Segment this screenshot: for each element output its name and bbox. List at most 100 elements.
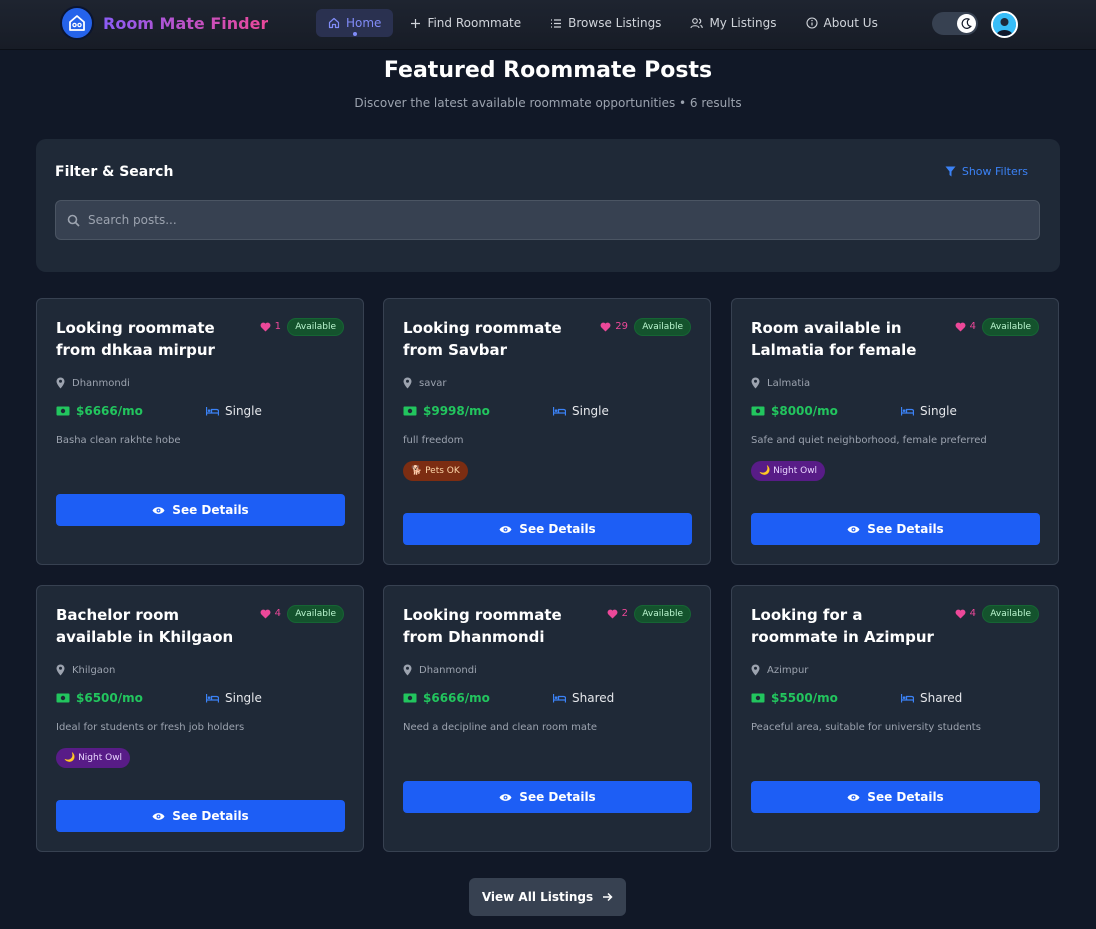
listing-rent: $6500/mo	[56, 691, 143, 705]
rent-text: $6666/mo	[423, 691, 490, 705]
money-icon	[751, 406, 765, 416]
users-icon	[690, 18, 704, 29]
bed-icon	[901, 407, 914, 416]
room-type-text: Shared	[572, 691, 615, 705]
listing-room-type: Single	[901, 404, 957, 418]
listing-card: Room available in Lalmatia for female 4 Av…	[731, 298, 1059, 565]
heart-icon	[260, 322, 271, 331]
listing-title[interactable]: Looking for a roommate in Azimpur	[751, 604, 951, 648]
listing-rent: $6666/mo	[403, 691, 490, 705]
see-details-button[interactable]: See Details	[751, 781, 1040, 813]
search-input[interactable]	[88, 201, 1028, 239]
filter-icon	[945, 166, 956, 177]
like-button[interactable]: 29	[600, 321, 628, 332]
listing-card: Looking roommate from dhkaa mirpur 1 Avail…	[36, 298, 364, 565]
listing-title[interactable]: Looking roommate from Dhanmondi	[403, 604, 603, 648]
rent-text: $8000/mo	[771, 404, 838, 418]
listing-location: savar	[403, 377, 447, 389]
listing-description: Basha clean rakhte hobe	[56, 435, 181, 446]
rent-text: $5500/mo	[771, 691, 838, 705]
room-type-text: Single	[920, 404, 957, 418]
like-button[interactable]: 4	[955, 608, 976, 619]
eye-icon	[152, 506, 165, 514]
see-details-label: See Details	[172, 809, 249, 823]
page-title: Featured Roommate Posts	[383, 58, 713, 83]
filter-title: Filter & Search	[55, 164, 174, 180]
eye-icon	[499, 525, 512, 533]
theme-toggle[interactable]	[932, 12, 978, 35]
listing-card: Bachelor room available in Khilgaon 4 Avai…	[36, 585, 364, 852]
see-details-label: See Details	[172, 503, 249, 517]
listing-rent: $8000/mo	[751, 404, 838, 418]
like-button[interactable]: 1	[260, 321, 281, 332]
like-count: 2	[621, 608, 628, 619]
like-button[interactable]: 4	[955, 321, 976, 332]
view-all-listings-button[interactable]: View All Listings	[469, 878, 626, 916]
location-text: Azimpur	[767, 664, 809, 676]
rent-text: $6500/mo	[76, 691, 143, 705]
brand-logo[interactable]: Room Mate Finder	[60, 6, 268, 40]
like-button[interactable]: 4	[260, 608, 281, 619]
see-details-label: See Details	[519, 790, 596, 804]
location-text: savar	[419, 377, 447, 389]
like-count: 4	[969, 321, 976, 332]
listing-title[interactable]: Looking roommate from dhkaa mirpur	[56, 317, 256, 361]
listing-rent: $6666/mo	[56, 404, 143, 418]
house-logo-icon	[60, 6, 94, 40]
list-icon	[551, 18, 562, 28]
map-pin-icon	[403, 664, 412, 676]
map-pin-icon	[403, 377, 412, 389]
nav-link-home[interactable]: Home	[316, 9, 394, 37]
see-details-label: See Details	[867, 522, 944, 536]
listing-room-type: Single	[553, 404, 609, 418]
see-details-button[interactable]: See Details	[56, 800, 345, 832]
page-subtitle: Discover the latest available roommate o…	[354, 96, 742, 110]
bed-icon	[553, 694, 566, 703]
heart-icon	[607, 609, 618, 618]
show-filters-button[interactable]: Show Filters	[945, 165, 1028, 178]
like-count: 1	[274, 321, 281, 332]
bed-icon	[901, 694, 914, 703]
status-badge: Available	[982, 318, 1039, 336]
money-icon	[403, 693, 417, 703]
see-details-button[interactable]: See Details	[56, 494, 345, 526]
listing-title[interactable]: Looking roommate from Savbar	[403, 317, 603, 361]
see-details-button[interactable]: See Details	[403, 781, 692, 813]
heart-icon	[260, 609, 271, 618]
listing-card: Looking roommate from Savbar 29 Available s…	[383, 298, 711, 565]
rent-text: $6666/mo	[76, 404, 143, 418]
listing-description: Safe and quiet neighborhood, female pref…	[751, 435, 987, 446]
listing-room-type: Single	[206, 691, 262, 705]
user-avatar[interactable]	[991, 11, 1018, 38]
like-count: 4	[274, 608, 281, 619]
location-text: Dhanmondi	[419, 664, 477, 676]
status-badge: Available	[634, 605, 691, 623]
listing-title[interactable]: Bachelor room available in Khilgaon	[56, 604, 256, 648]
listing-description: Ideal for students or fresh job holders	[56, 722, 245, 733]
bed-icon	[206, 407, 219, 416]
nav-link-find-roommate[interactable]: Find Roommate	[398, 9, 533, 37]
see-details-label: See Details	[867, 790, 944, 804]
heart-icon	[600, 322, 611, 331]
bed-icon	[206, 694, 219, 703]
nav-link-about-us[interactable]: About Us	[794, 9, 890, 37]
see-details-button[interactable]: See Details	[751, 513, 1040, 545]
map-pin-icon	[751, 664, 760, 676]
filter-panel: Filter & Search Show Filters	[36, 139, 1060, 272]
location-text: Lalmatia	[767, 377, 811, 389]
nav-link-label: Home	[346, 16, 382, 30]
nav-link-my-listings[interactable]: My Listings	[678, 9, 788, 37]
see-details-button[interactable]: See Details	[403, 513, 692, 545]
nav-link-browse-listings[interactable]: Browse Listings	[538, 9, 673, 37]
listing-location: Lalmatia	[751, 377, 810, 389]
like-button[interactable]: 2	[607, 608, 628, 619]
listing-room-type: Shared	[553, 691, 614, 705]
lifestyle-tag: 🌙 Night Owl	[751, 461, 826, 481]
listing-room-type: Shared	[901, 691, 962, 705]
map-pin-icon	[751, 377, 760, 389]
listing-rent: $9998/mo	[403, 404, 490, 418]
rent-text: $9998/mo	[423, 404, 490, 418]
show-filters-label: Show Filters	[961, 165, 1028, 178]
listing-location: Dhanmondi	[403, 664, 477, 676]
listing-title[interactable]: Room available in Lalmatia for female	[751, 317, 951, 361]
